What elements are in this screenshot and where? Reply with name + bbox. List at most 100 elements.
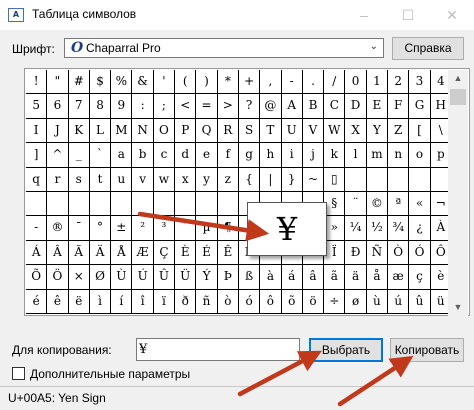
char-cell[interactable]: µ [196, 216, 218, 241]
char-cell[interactable] [68, 191, 90, 217]
char-cell[interactable]: 5 [26, 94, 48, 119]
char-cell[interactable] [89, 191, 112, 217]
char-cell[interactable]: § [324, 191, 346, 217]
char-cell[interactable]: " [47, 70, 69, 95]
char-cell[interactable]: ä [345, 265, 367, 290]
char-cell[interactable]: × [68, 265, 90, 290]
char-cell[interactable]: Ï [324, 240, 346, 266]
char-cell[interactable]: Þ [217, 265, 239, 290]
char-cell[interactable]: $ [89, 70, 112, 95]
char-cell[interactable] [388, 167, 410, 192]
char-cell[interactable]: G [409, 94, 431, 119]
char-cell[interactable]: õ [281, 289, 303, 314]
char-cell[interactable]: ¶ [217, 216, 239, 241]
char-cell[interactable]: h [260, 143, 282, 168]
char-cell[interactable]: î [132, 289, 154, 314]
char-cell[interactable]: » [324, 216, 346, 241]
char-cell[interactable]: d [175, 143, 197, 168]
char-cell[interactable]: 9 [111, 94, 133, 119]
char-cell[interactable]: w [153, 167, 176, 192]
char-cell[interactable]: k [324, 143, 346, 168]
char-cell[interactable]: - [26, 216, 48, 241]
char-cell[interactable] [175, 191, 197, 217]
char-cell[interactable]: ° [89, 216, 112, 241]
char-cell[interactable]: j [302, 143, 325, 168]
char-cell[interactable]: L [89, 118, 112, 144]
char-cell[interactable]: # [68, 70, 90, 95]
char-cell[interactable]: ` [89, 143, 112, 168]
char-cell[interactable]: 1 [366, 70, 389, 95]
char-cell[interactable]: ^ [47, 143, 69, 168]
char-cell[interactable] [153, 191, 176, 217]
char-cell[interactable]: < [175, 94, 197, 119]
char-cell[interactable]: Å [111, 240, 133, 266]
char-cell[interactable]: Ü [175, 265, 197, 290]
char-cell[interactable]: n [388, 143, 410, 168]
grid-scrollbar[interactable]: ▲ ▼ [448, 70, 468, 316]
character-grid[interactable]: ! " # $% & '() * +, -./0 1 2 3 4 5 6 7 8 9:; < = >? @ A B C D E F G H… [26, 70, 452, 314]
char-cell[interactable]: ´ [175, 216, 197, 241]
char-cell[interactable]: Â [47, 240, 69, 266]
char-cell[interactable]: W [324, 118, 346, 144]
char-cell[interactable]: Z [388, 118, 410, 144]
char-cell[interactable]: Ý [196, 265, 218, 290]
char-cell[interactable]: ³ [153, 216, 176, 241]
char-cell[interactable]: a [111, 143, 133, 168]
char-cell[interactable]: 2 [388, 70, 410, 95]
char-cell[interactable]: ¾ [388, 216, 410, 241]
char-cell[interactable]: ò [217, 289, 239, 314]
char-cell[interactable]: ª [388, 191, 410, 217]
char-cell[interactable]: U [281, 118, 303, 144]
advanced-view-checkbox[interactable] [12, 367, 25, 380]
char-cell[interactable]: ÷ [324, 289, 346, 314]
char-cell[interactable]: o [409, 143, 431, 168]
char-cell[interactable]: ® [47, 216, 69, 241]
char-cell[interactable]: Ù [111, 265, 133, 290]
char-cell[interactable]: r [47, 167, 69, 192]
char-cell[interactable]: á [281, 265, 303, 290]
char-cell[interactable]: s [68, 167, 90, 192]
char-cell[interactable]: å [366, 265, 389, 290]
char-cell[interactable]: ) [196, 70, 218, 95]
char-cell[interactable]: ¨ [345, 191, 367, 217]
char-cell[interactable]: t [89, 167, 112, 192]
char-cell[interactable]: 7 [68, 94, 90, 119]
char-cell[interactable]: l [345, 143, 367, 168]
char-cell[interactable]: g [238, 143, 261, 168]
char-cell[interactable]: ] [26, 143, 48, 168]
char-cell[interactable]: M [111, 118, 133, 144]
char-cell[interactable]: { [238, 167, 261, 192]
char-cell[interactable]: c [153, 143, 176, 168]
char-cell[interactable]: ø [345, 289, 367, 314]
char-cell[interactable]: v [132, 167, 154, 192]
char-cell[interactable]: b [132, 143, 154, 168]
char-cell[interactable]: ì [89, 289, 112, 314]
char-cell[interactable]: ë [68, 289, 90, 314]
char-cell[interactable] [217, 191, 239, 217]
char-cell[interactable]: ; [153, 94, 176, 119]
char-cell[interactable]: â [302, 265, 325, 290]
char-cell[interactable]: P [175, 118, 197, 144]
select-button[interactable]: Выбрать [309, 338, 383, 362]
char-cell[interactable]: & [132, 70, 154, 95]
char-cell[interactable]: ð [175, 289, 197, 314]
char-cell[interactable]: Ð [345, 240, 367, 266]
minimize-button[interactable]: – [342, 0, 386, 30]
char-cell[interactable] [26, 191, 48, 217]
char-cell[interactable]: , [260, 70, 282, 95]
char-cell[interactable] [366, 167, 389, 192]
char-cell[interactable]: é [26, 289, 48, 314]
char-cell[interactable]: y [196, 167, 218, 192]
maximize-button[interactable]: ☐ [386, 0, 430, 30]
char-cell[interactable]: à [260, 265, 282, 290]
char-cell[interactable]: + [238, 70, 261, 95]
char-cell[interactable]: x [175, 167, 197, 192]
char-cell[interactable]: ( [175, 70, 197, 95]
char-cell[interactable]: K [68, 118, 90, 144]
char-cell[interactable]: = [196, 94, 218, 119]
char-cell[interactable]: Ò [388, 240, 410, 266]
char-cell[interactable]: Ê [217, 240, 239, 266]
char-cell[interactable]: û [409, 289, 431, 314]
char-cell[interactable]: : [132, 94, 154, 119]
char-cell[interactable]: Ú [132, 265, 154, 290]
